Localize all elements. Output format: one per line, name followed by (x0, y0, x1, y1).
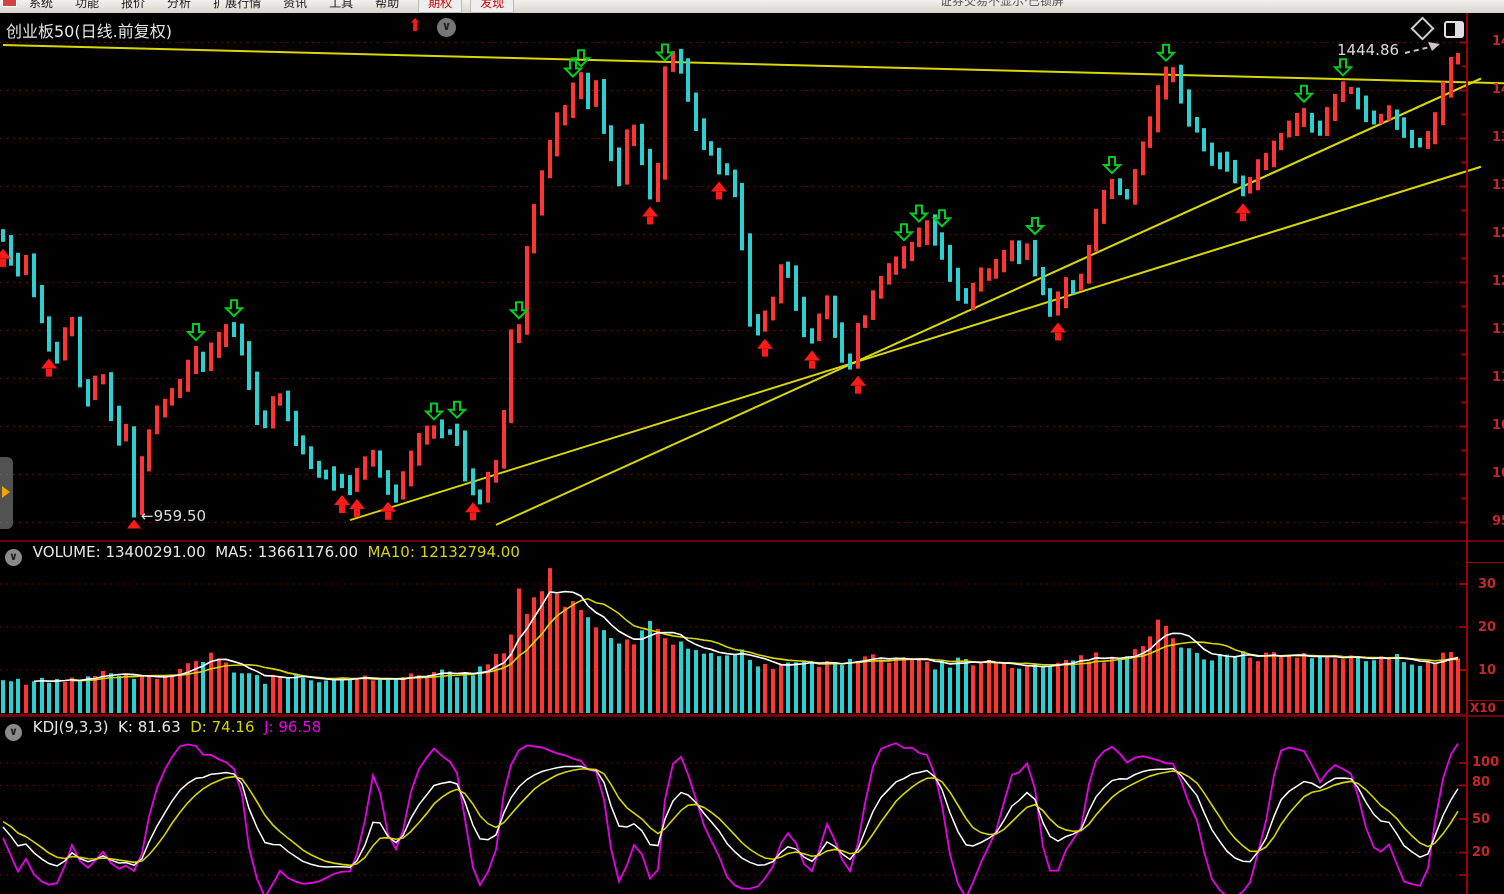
panel-divider (0, 715, 1504, 717)
collapse-pane-icon[interactable]: ∨ (5, 549, 22, 566)
menu-item[interactable]: 帮助 (364, 0, 410, 13)
axis-tick-label: 1400 (1492, 82, 1504, 97)
menu-item-red[interactable]: 期权 (418, 0, 462, 13)
menu-item[interactable]: 扩展行情 (202, 0, 272, 13)
symbol-title: 创业板50(日线.前复权) (6, 18, 172, 42)
menu-item[interactable]: 功能 (64, 0, 110, 13)
axis-tick-label: 1350 (1492, 130, 1504, 145)
axis-tick-label: 1200 (1492, 274, 1504, 289)
app-logo-icon (2, 0, 17, 7)
axis-tick-label: 950 (1492, 514, 1504, 529)
low-price-annotation: ←959.50 (141, 507, 206, 525)
left-panel-expander[interactable] (0, 457, 13, 529)
menu-item-red[interactable]: 发现 (470, 0, 514, 13)
kdj-k-label: K: (118, 718, 133, 736)
menu-item[interactable]: 工具 (318, 0, 364, 13)
panel-divider (0, 540, 1504, 542)
axis-tick-label: 1300 (1492, 178, 1504, 193)
price-axis-line (1466, 13, 1468, 894)
high-price-annotation: 1444.86 (1337, 41, 1399, 59)
kdj-chart-canvas[interactable] (0, 740, 1504, 894)
volume-chart-canvas[interactable] (0, 565, 1504, 717)
volume-label: VOLUME: (33, 543, 101, 561)
axis-tick-label: 50 (1472, 812, 1490, 827)
collapse-chevron-icon[interactable]: ∨ (437, 18, 456, 37)
main-chart-canvas[interactable] (0, 41, 1504, 542)
kdj-k-value: 81.63 (138, 718, 181, 736)
axis-tick-label: 1250 (1492, 226, 1504, 241)
axis-tick-label: 20 (1478, 620, 1496, 635)
axis-tick-label: 1050 (1492, 418, 1504, 433)
menu-item[interactable]: 资讯 (272, 0, 318, 13)
volume-ma10-value: 12132794.00 (420, 543, 520, 561)
volume-ma5-label: MA5: (215, 543, 253, 561)
menu-bar: 系统功能报价分析扩展行情资讯工具帮助期权发现 证券交易不显示·已锁屏 (0, 0, 1504, 14)
axis-tick-label: 30 (1478, 577, 1496, 592)
kdj-j-label: J: (264, 718, 273, 736)
title-bar: 创业板50(日线.前复权) ⬆ ∨ (0, 13, 1504, 41)
volume-ma5-value: 13661176.00 (258, 543, 358, 561)
kdj-j-value: 96.58 (278, 718, 321, 736)
menu-item[interactable]: 系统 (18, 0, 64, 13)
axis-tick-label: 1450 (1492, 34, 1504, 49)
axis-tick-label: 20 (1472, 845, 1490, 860)
axis-tick-label: 1100 (1492, 370, 1504, 385)
kdj-d-label: D: (190, 718, 207, 736)
menu-item[interactable]: 分析 (156, 0, 202, 13)
menu-item[interactable]: 报价 (110, 0, 156, 13)
axis-segment (1466, 562, 1504, 563)
axis-tick-label: 10 (1478, 663, 1496, 678)
axis-tick-label: 100 (1472, 755, 1499, 770)
volume-unit-label: X10 (1470, 701, 1496, 715)
axis-tick-label: 1000 (1492, 466, 1504, 481)
collapse-pane-icon[interactable]: ∨ (5, 724, 22, 741)
axis-tick-label: 1150 (1492, 322, 1504, 337)
expander-arrow-icon (2, 486, 10, 498)
kdj-label: KDJ(9,3,3) (33, 718, 109, 736)
menu-right-status: 证券交易不显示·已锁屏 (940, 0, 1064, 9)
window-restore-icon[interactable] (1444, 21, 1464, 38)
kdj-pane-header: ∨ KDJ(9,3,3) K: 81.63 D: 74.16 J: 96.58 (0, 718, 1460, 740)
volume-ma10-label: MA10: (368, 543, 415, 561)
axis-tick-label: 80 (1472, 775, 1490, 790)
volume-pane-header: ∨ VOLUME: 13400291.00 MA5: 13661176.00 M… (0, 543, 1460, 565)
kdj-d-value: 74.16 (212, 718, 255, 736)
diamond-tool-icon[interactable] (1410, 16, 1434, 40)
volume-value: 13400291.00 (105, 543, 205, 561)
